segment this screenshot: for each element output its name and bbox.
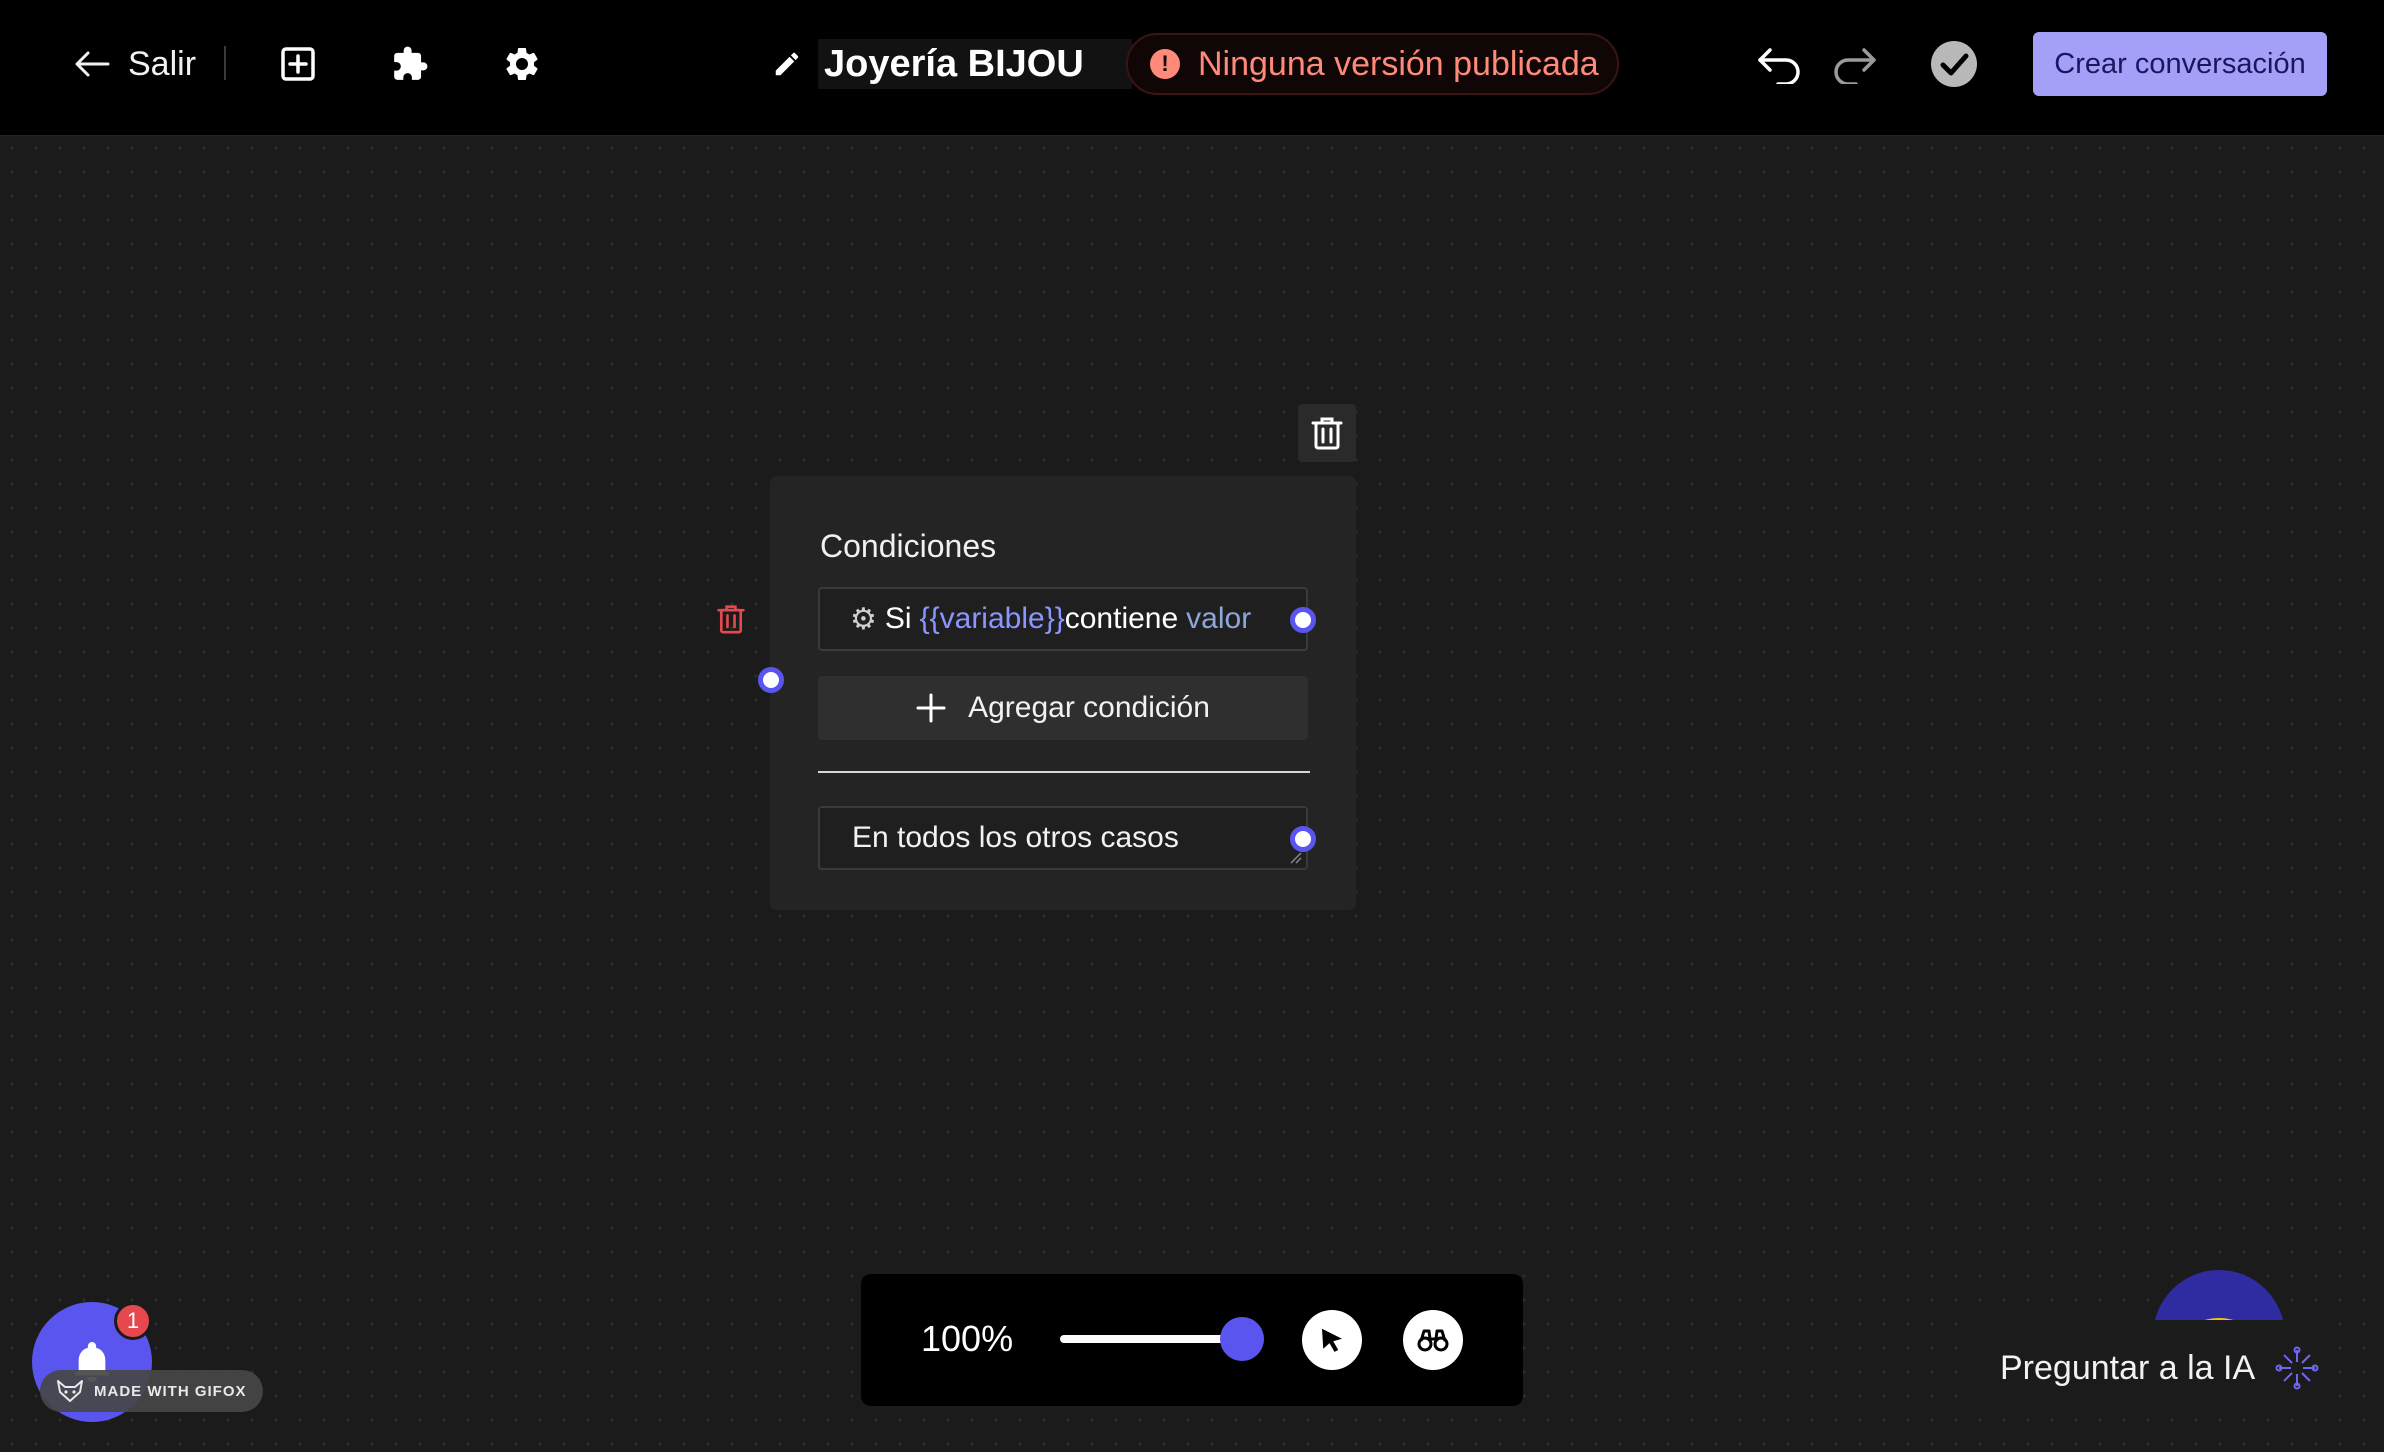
plus-icon <box>916 693 946 723</box>
delete-node-button[interactable] <box>1298 404 1356 462</box>
validate-button[interactable] <box>1926 36 1982 92</box>
gifox-text: MADE WITH GIFOX <box>94 1382 247 1400</box>
sparkle-icon <box>2275 1346 2319 1390</box>
resize-grip-icon[interactable] <box>1288 850 1302 864</box>
redo-icon <box>1834 48 1876 84</box>
zoom-slider-thumb[interactable] <box>1220 1317 1264 1361</box>
settings-button[interactable] <box>494 36 550 92</box>
alert-circle-icon: ! <box>1150 49 1180 79</box>
undo-icon <box>1758 48 1800 84</box>
node-title: Condiciones <box>820 528 997 564</box>
create-conversation-button[interactable]: Crear conversación <box>2033 32 2327 96</box>
condition-variable: {{variable}} <box>919 602 1065 635</box>
zoom-toolbar: 100% <box>861 1274 1523 1406</box>
plugins-button[interactable] <box>382 36 438 92</box>
pointer-tool-button[interactable] <box>1302 1310 1362 1370</box>
add-block-button[interactable] <box>270 36 326 92</box>
publish-status-badge: ! Ninguna versión publicada <box>1126 33 1619 95</box>
project-title: Joyería BIJOU <box>824 42 1084 85</box>
cursor-icon <box>1322 1328 1342 1352</box>
toolbar-divider <box>224 46 226 80</box>
condition-operator: contiene <box>1064 602 1179 635</box>
else-row[interactable]: En todos los otros casos <box>818 806 1308 870</box>
else-output-handle[interactable] <box>1290 826 1316 852</box>
project-title-group: Joyería BIJOU <box>772 38 1132 90</box>
add-condition-label: Agregar condición <box>968 691 1210 724</box>
condition-row[interactable]: ⚙ Si {{variable}} contiene valor <box>818 587 1308 651</box>
node-divider <box>818 771 1310 773</box>
puzzle-icon <box>394 46 428 80</box>
gear-icon: ⚙ <box>850 602 877 636</box>
trash-icon <box>717 605 745 634</box>
gear-icon <box>506 47 538 80</box>
zoom-level: 100% <box>921 1318 1014 1359</box>
delete-condition-button[interactable] <box>716 603 750 637</box>
top-toolbar: Salir Joyería BIJOU ! Ninguna versión pu… <box>0 0 2384 136</box>
undo-button[interactable] <box>1752 36 1808 92</box>
redo-button[interactable] <box>1826 36 1882 92</box>
else-label: En todos los otros casos <box>852 821 1179 854</box>
project-title-input[interactable]: Joyería BIJOU <box>818 39 1132 89</box>
zoom-slider-track[interactable] <box>1060 1335 1246 1343</box>
input-handle[interactable] <box>758 667 784 693</box>
create-conversation-label: Crear conversación <box>2054 47 2306 80</box>
binoculars-icon <box>1417 1329 1449 1352</box>
explore-tool-button[interactable] <box>1403 1310 1463 1370</box>
conditions-node[interactable]: Condiciones ⚙ Si {{variable}} contiene v… <box>770 476 1356 910</box>
condition-prefix: Si <box>884 602 912 635</box>
trash-icon <box>1311 417 1343 450</box>
condition-value: valor <box>1186 602 1252 635</box>
notification-count-badge: 1 <box>114 1302 152 1340</box>
condition-output-handle[interactable] <box>1290 607 1316 633</box>
ask-ai-label: Preguntar a la IA <box>2000 1348 2256 1387</box>
gifox-watermark: MADE WITH GIFOX <box>40 1370 263 1412</box>
back-label: Salir <box>128 44 197 83</box>
fox-logo-icon <box>57 1380 83 1402</box>
add-condition-button[interactable]: Agregar condición <box>818 676 1308 740</box>
plus-square-icon <box>281 47 315 81</box>
pencil-icon <box>775 52 799 76</box>
check-circle-icon <box>1931 41 1977 87</box>
back-button[interactable]: Salir <box>74 36 196 92</box>
publish-status-text: Ninguna versión publicada <box>1198 44 1599 83</box>
ask-ai-button[interactable]: Preguntar a la IA <box>1964 1320 2324 1416</box>
arrow-left-icon <box>75 51 110 77</box>
